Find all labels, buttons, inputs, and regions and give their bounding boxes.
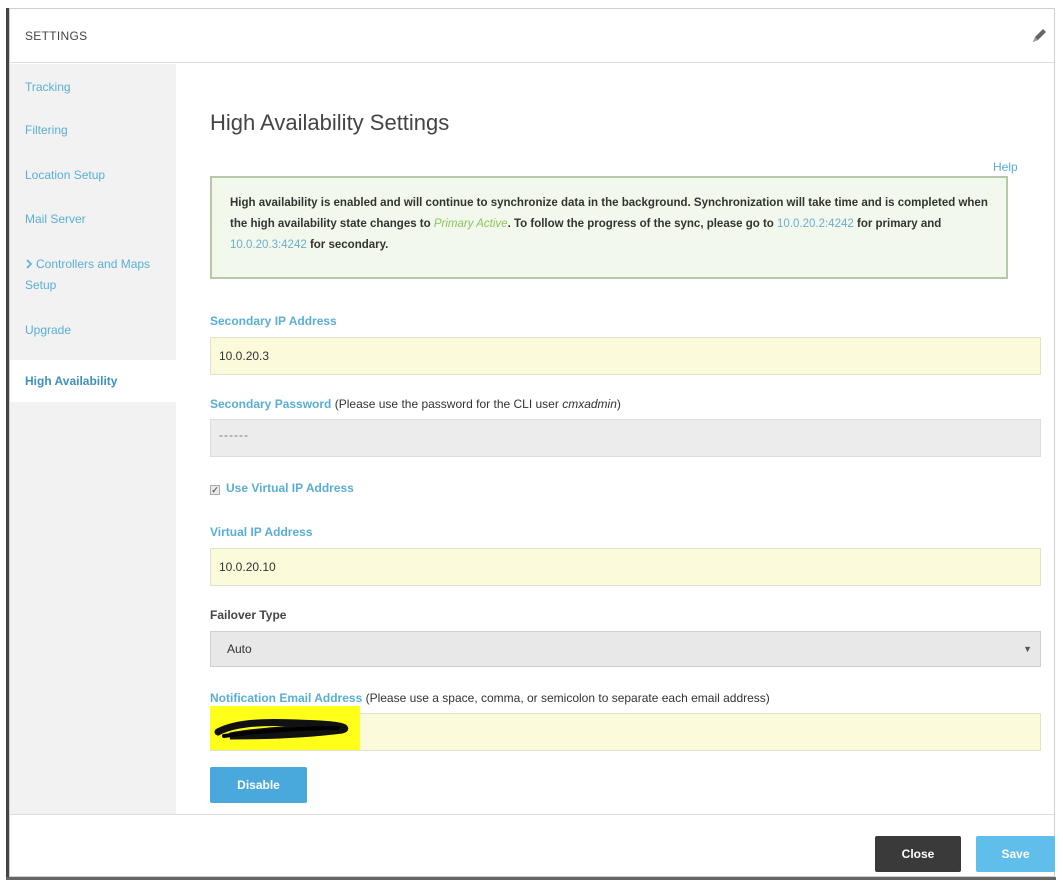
failover-type-label: Failover Type	[210, 608, 287, 622]
virtual-ip-input[interactable]: 10.0.20.10	[210, 548, 1041, 586]
ha-state-label: Primary Active	[433, 218, 508, 230]
secondary-ip-label: Secondary IP Address	[210, 314, 337, 328]
secondary-ip-input[interactable]: 10.0.20.3	[210, 337, 1041, 375]
notification-email-label: Notification Email Address (Please use a…	[210, 691, 770, 705]
modal-title: SETTINGS	[25, 29, 88, 43]
status-info-box: High availability is enabled and will co…	[210, 176, 1008, 279]
pencil-icon[interactable]	[1028, 25, 1050, 47]
primary-sync-link[interactable]: 10.0.20.2:4242	[777, 218, 854, 230]
window-frame-bottom	[6, 877, 1056, 880]
failover-type-select[interactable]: Auto ▼	[210, 631, 1041, 667]
info-text: for primary and	[856, 218, 942, 230]
secondary-sync-link[interactable]: 10.0.20.3:4242	[230, 239, 307, 251]
failover-type-value: Auto	[227, 642, 252, 656]
modal-footer: Close Save	[10, 814, 1055, 878]
sidebar-item-controllers-maps-setup[interactable]: Controllers and Maps Setup	[25, 254, 165, 296]
info-text: for secondary.	[309, 239, 389, 251]
sidebar-item-location-setup[interactable]: Location Setup	[25, 165, 105, 186]
sidebar-item-filtering[interactable]: Filtering	[25, 120, 68, 141]
use-virtual-ip-checkbox[interactable]: ✓ Use Virtual IP Address	[210, 481, 354, 495]
modal-header: SETTINGS	[10, 9, 1054, 63]
sidebar-item-tracking[interactable]: Tracking	[25, 77, 71, 98]
close-button[interactable]: Close	[875, 836, 961, 872]
settings-modal: SETTINGS Tracking Filtering Location Set…	[9, 8, 1055, 877]
chevron-right-icon	[26, 259, 33, 269]
page-title: High Availability Settings	[210, 110, 450, 135]
chevron-down-icon: ▼	[1023, 644, 1032, 654]
sidebar-item-high-availability[interactable]: High Availability	[10, 360, 176, 402]
secondary-password-label: Secondary Password (Please use the passw…	[210, 397, 621, 411]
secondary-password-input[interactable]: ------	[210, 419, 1041, 457]
disable-button[interactable]: Disable	[210, 767, 307, 803]
settings-sidebar: Tracking Filtering Location Setup Mail S…	[10, 64, 176, 814]
redaction-scribble	[210, 706, 360, 750]
sidebar-item-mail-server[interactable]: Mail Server	[25, 209, 86, 230]
checkbox-check-icon: ✓	[210, 485, 220, 495]
help-link[interactable]: Help	[993, 160, 1018, 174]
main-content: High Availability Settings Help High ava…	[176, 64, 1056, 814]
save-button[interactable]: Save	[976, 836, 1055, 872]
sidebar-item-upgrade[interactable]: Upgrade	[25, 320, 71, 341]
virtual-ip-label: Virtual IP Address	[210, 525, 313, 539]
sidebar-item-label: Controllers and Maps Setup	[25, 257, 151, 292]
info-text: . To follow the progress of the sync, pl…	[507, 218, 774, 230]
